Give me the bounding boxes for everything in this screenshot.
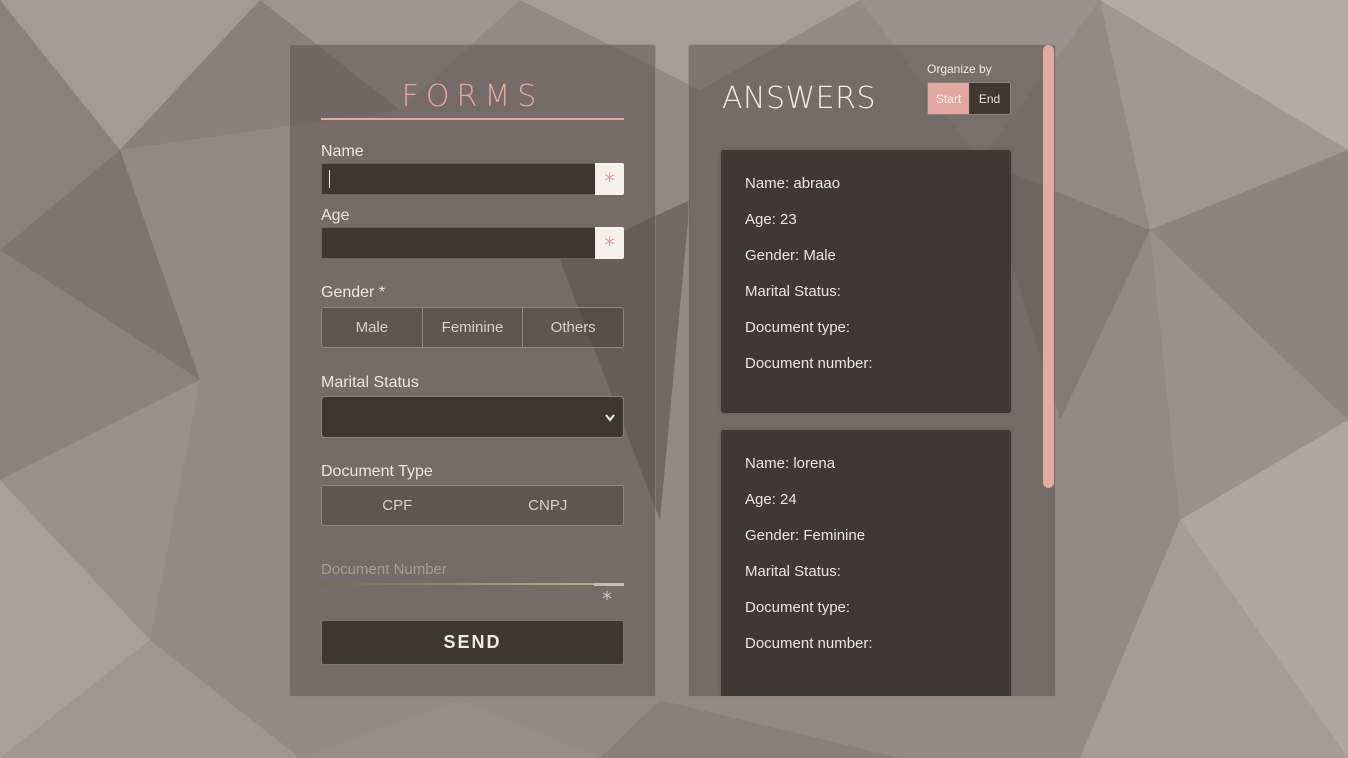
text-caret <box>329 170 330 188</box>
gender-option-male[interactable]: Male <box>322 308 422 347</box>
answers-panel: ANSWERS Organize by Start End Name: abra… <box>688 44 1056 697</box>
document-number-placeholder: Document Number <box>321 561 447 578</box>
age-label: Age <box>321 207 350 224</box>
organize-by-label: Organize by <box>927 62 992 76</box>
gender-label: Gender * <box>321 284 386 301</box>
answer-age: Age: 24 <box>745 491 797 508</box>
document-type-cpf[interactable]: CPF <box>322 486 473 525</box>
document-type-options: CPF CNPJ <box>321 485 624 526</box>
age-input[interactable]: * <box>321 227 624 259</box>
answers-title: ANSWERS <box>722 81 877 116</box>
answer-document-number: Document number: <box>745 355 873 372</box>
answer-document-type: Document type: <box>745 599 851 616</box>
document-type-label: Document Type <box>321 463 433 480</box>
answer-gender: Gender: Feminine <box>745 527 866 544</box>
organize-toggle: Start End <box>927 82 1011 115</box>
name-label: Name <box>321 143 364 160</box>
background-pattern <box>0 0 1348 758</box>
required-asterisk-icon: * <box>595 227 624 259</box>
gender-options: Male Feminine Others <box>321 307 624 348</box>
chevron-down-icon <box>605 414 615 422</box>
marital-status-select[interactable] <box>321 396 624 438</box>
answer-age: Age: 23 <box>745 211 797 228</box>
required-asterisk-icon: * <box>595 163 624 195</box>
gender-option-others[interactable]: Others <box>522 308 623 347</box>
organize-end-button[interactable]: End <box>969 83 1010 114</box>
answer-card: Name: lorena Age: 24 Gender: Feminine Ma… <box>721 430 1011 696</box>
marital-status-label: Marital Status <box>321 374 419 391</box>
answer-marital-status: Marital Status: <box>745 283 841 300</box>
gender-option-feminine[interactable]: Feminine <box>421 308 523 347</box>
answer-name: Name: lorena <box>745 455 836 472</box>
answer-name: Name: abraao <box>745 175 841 192</box>
forms-title: FORMS <box>321 79 624 120</box>
name-input[interactable]: * <box>321 163 624 195</box>
forms-panel: FORMS Name * Age * Gender * Male Feminin… <box>289 44 656 697</box>
answer-gender: Gender: Male <box>745 247 836 264</box>
organize-start-button[interactable]: Start <box>928 83 969 114</box>
answer-marital-status: Marital Status: <box>745 563 841 580</box>
input-underline-end <box>594 583 624 586</box>
scrollbar-thumb[interactable] <box>1043 45 1054 488</box>
answer-card: Name: abraao Age: 23 Gender: Male Marita… <box>721 150 1011 413</box>
document-type-cnpj[interactable]: CNPJ <box>473 486 624 525</box>
required-asterisk-icon: * <box>602 587 612 611</box>
answer-document-number: Document number: <box>745 635 873 652</box>
answer-document-type: Document type: <box>745 319 851 336</box>
send-button[interactable]: SEND <box>321 620 624 665</box>
document-number-input[interactable]: Document Number * <box>321 561 624 611</box>
input-underline <box>321 583 594 585</box>
